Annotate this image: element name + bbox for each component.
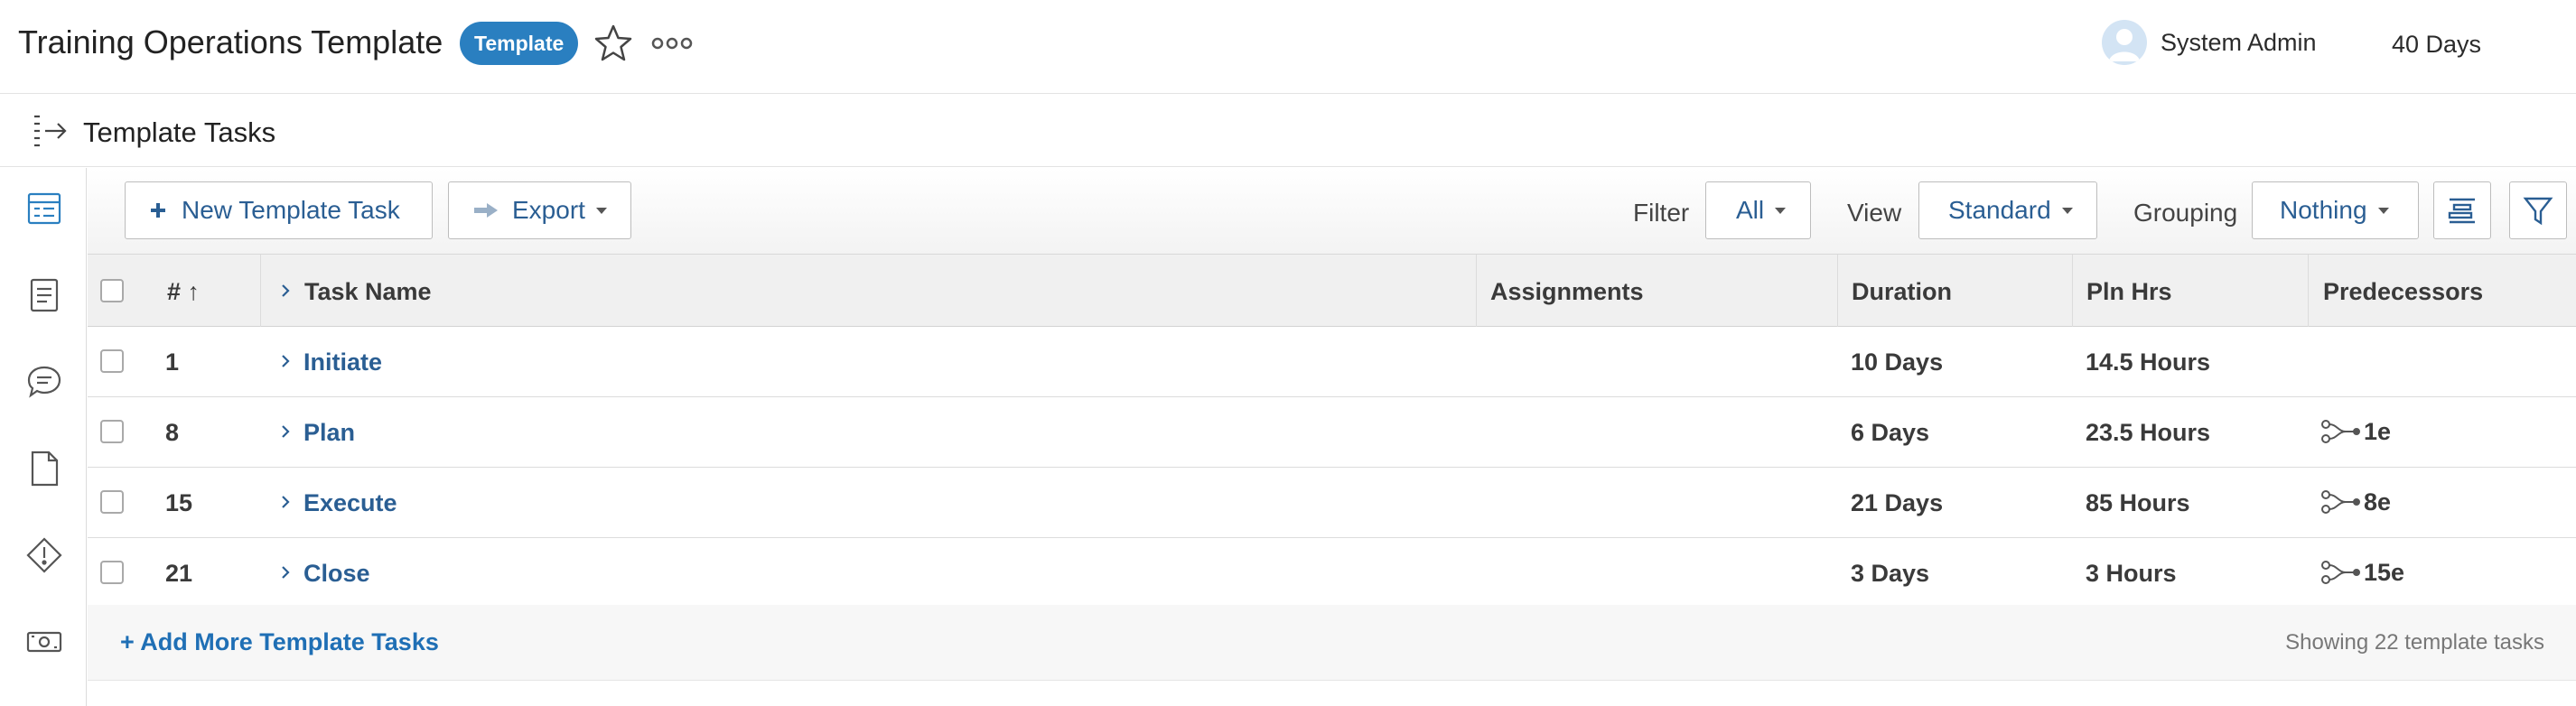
gantt-icon [2448,198,2475,224]
select-all-checkbox[interactable] [100,279,124,302]
predecessor-value: 1e [2364,417,2392,445]
task-planned-hours[interactable]: 85 Hours [2086,489,2190,517]
predecessor-link-icon [2321,490,2360,514]
collapse-panel-icon[interactable] [31,111,70,151]
column-assignments[interactable]: Assignments [1490,278,1644,306]
table-row[interactable]: 21 Close 3 Days 3 Hours 15e [88,538,2576,608]
toolbar: New Template Task Export Filter All View… [88,168,2576,255]
task-predecessors[interactable]: 8e [2319,486,2391,518]
grouping-select[interactable]: Nothing [2252,181,2419,239]
tasks-icon[interactable] [25,190,63,228]
grouping-value: Nothing [2280,196,2367,224]
column-predecessors[interactable]: Predecessors [2323,278,2483,306]
new-template-task-button[interactable]: New Template Task [125,181,433,239]
page-header: Training Operations Template Template Sy… [0,0,2576,94]
chevron-down-icon [2061,207,2073,214]
task-predecessors[interactable]: 1e [2319,415,2391,448]
gantt-toggle-button[interactable] [2433,181,2491,239]
task-duration[interactable]: 3 Days [1851,560,1929,588]
chevron-right-icon[interactable] [277,423,294,440]
more-options-icon[interactable] [650,25,694,61]
chevron-right-icon[interactable] [277,283,294,299]
task-planned-hours[interactable]: 23.5 Hours [2086,419,2210,447]
table-row[interactable]: 15 Execute 21 Days 85 Hours 8e [88,468,2576,538]
filter-value: All [1736,196,1765,224]
table-header: # ↑ Task Name Assignments Duration Pln H… [88,255,2576,327]
task-planned-hours[interactable]: 3 Hours [2086,560,2177,588]
row-checkbox[interactable] [100,561,124,584]
section-title: Template Tasks [83,116,276,148]
finance-icon[interactable] [25,623,63,661]
task-name-link[interactable]: Execute [303,489,397,517]
chevron-right-icon[interactable] [277,494,294,510]
table-row[interactable]: 8 Plan 6 Days 23.5 Hours 1e [88,397,2576,468]
predecessor-link-icon [2321,420,2360,443]
filter-label: Filter [1633,199,1690,227]
column-number[interactable]: # ↑ [167,278,200,306]
avatar[interactable] [2102,20,2147,65]
view-value: Standard [1948,196,2051,224]
predecessor-value: 15e [2364,558,2405,586]
chevron-right-icon[interactable] [277,564,294,581]
details-icon[interactable] [25,276,63,314]
task-name-link[interactable]: Initiate [303,348,382,376]
task-number: 21 [165,560,193,587]
star-icon[interactable] [592,22,635,65]
task-predecessors[interactable]: 15e [2319,556,2404,589]
predecessor-link-icon [2321,561,2360,584]
table-footer: + Add More Template Tasks Showing 22 tem… [88,605,2576,681]
task-name-link[interactable]: Plan [303,419,355,447]
owner-name[interactable]: System Admin [2161,29,2317,57]
template-badge: Template [460,22,579,65]
chevron-right-icon[interactable] [277,353,294,369]
chevron-down-icon [1775,207,1787,214]
export-arrow-icon [474,203,498,218]
page-title: Training Operations Template [18,23,443,60]
new-template-task-label: New Template Task [182,196,400,224]
issues-icon[interactable] [25,536,63,574]
grouping-label: Grouping [2133,199,2238,227]
updates-icon[interactable] [25,363,63,401]
predecessor-value: 8e [2364,488,2392,516]
task-number: 15 [165,489,193,516]
filter-toggle-button[interactable] [2509,181,2567,239]
documents-icon[interactable] [25,450,63,488]
task-number: 1 [165,348,180,376]
row-checkbox[interactable] [100,349,124,373]
column-task-name[interactable]: Task Name [304,278,432,306]
chevron-down-icon [595,207,607,214]
left-rail [0,168,87,706]
plus-icon [151,203,165,218]
task-planned-hours[interactable]: 14.5 Hours [2086,348,2210,376]
filter-select[interactable]: All [1705,181,1811,239]
view-select[interactable]: Standard [1918,181,2097,239]
funnel-icon [2523,197,2553,226]
row-checkbox[interactable] [100,490,124,514]
row-checkbox[interactable] [100,420,124,443]
task-duration[interactable]: 21 Days [1851,489,1943,517]
project-duration: 40 Days [2392,31,2482,58]
task-count: Showing 22 template tasks [2285,630,2544,655]
task-number: 8 [165,419,180,446]
section-header: Template Tasks [0,95,2576,167]
task-duration[interactable]: 6 Days [1851,419,1929,447]
column-planned-hours[interactable]: Pln Hrs [2086,278,2172,306]
view-label: View [1847,199,1902,227]
chevron-down-icon [2377,207,2389,214]
task-name-link[interactable]: Close [303,560,370,588]
export-button[interactable]: Export [448,181,631,239]
task-duration[interactable]: 10 Days [1851,348,1943,376]
add-more-tasks-link[interactable]: + Add More Template Tasks [120,628,439,656]
table-row[interactable]: 1 Initiate 10 Days 14.5 Hours [88,327,2576,397]
column-duration[interactable]: Duration [1852,278,1952,306]
export-label: Export [512,196,585,224]
